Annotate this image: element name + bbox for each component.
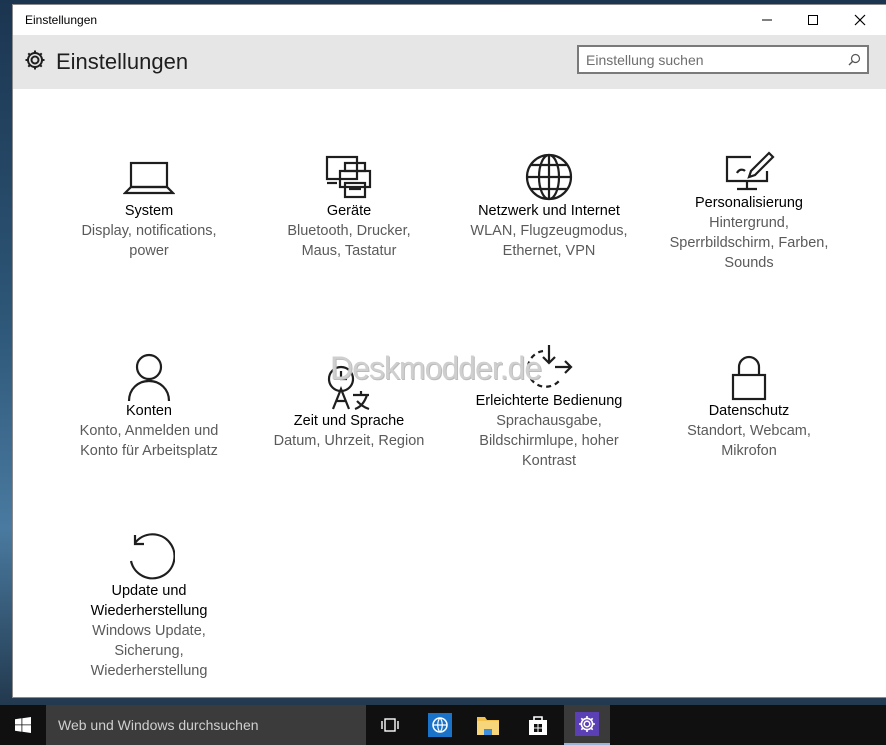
minimize-button[interactable] (744, 5, 790, 35)
tile-label: Update und (111, 583, 187, 599)
windows-logo-icon (15, 717, 31, 733)
maximize-button[interactable] (790, 5, 836, 35)
tile-network[interactable]: Netzwerk und Internet WLAN, Flugzeugmodu… (449, 153, 649, 261)
settings-window: Einstellungen Einstellungen Einstellung … (13, 5, 886, 697)
tile-ease-of-access[interactable]: Erleichterte Bedienung Sprachausgabe, Bi… (449, 343, 649, 471)
tile-description: Ethernet, VPN (502, 243, 596, 259)
close-icon (854, 14, 866, 26)
tile-description: Maus, Tastatur (301, 243, 397, 259)
tile-label: Konten (126, 403, 172, 419)
tile-description: Konto für Arbeitsplatz (80, 443, 218, 459)
tile-label: System (124, 203, 174, 219)
tile-time-language[interactable]: Zeit und Sprache Datum, Uhrzeit, Region (249, 363, 449, 451)
window-title: Einstellungen (25, 13, 98, 27)
tile-description: Bildschirmlupe, hoher (479, 433, 619, 449)
page-title: Einstellungen (56, 49, 189, 74)
store-button[interactable] (515, 705, 561, 745)
start-button[interactable] (0, 705, 46, 745)
tile-label: Erleichterte Bedienung (475, 393, 623, 409)
tile-description: Standort, Webcam, (687, 423, 811, 439)
person-icon (127, 353, 171, 401)
taskbar: Web und Windows durchsuchen (0, 705, 886, 745)
tile-description: Display, notifications, (81, 223, 217, 239)
edge-icon (428, 713, 452, 737)
tile-label: Zeit und Sprache (293, 413, 405, 429)
search-icon[interactable] (848, 53, 861, 66)
update-icon (129, 533, 175, 580)
tile-description: Datum, Uhrzeit, Region (273, 433, 425, 449)
tile-label: Geräte (326, 203, 372, 219)
time-language-icon (327, 365, 370, 411)
settings-search-box[interactable] (577, 45, 869, 74)
settings-gear-icon (575, 712, 599, 736)
tile-description: Sperrbildschirm, Farben, (669, 235, 829, 251)
tile-description: Sounds (724, 255, 774, 271)
tile-accounts[interactable]: Konten Konto, Anmelden und Konto für Arb… (49, 353, 249, 461)
globe-icon (525, 153, 573, 201)
gear-icon (25, 50, 45, 70)
minimize-icon (762, 19, 772, 21)
tile-description: Wiederherstellung (90, 663, 208, 679)
tile-system[interactable]: System Display, notifications, power (49, 153, 249, 261)
tile-description: Konto, Anmelden und (79, 423, 219, 439)
close-button[interactable] (837, 5, 883, 35)
ease-of-access-icon (526, 345, 573, 388)
tile-description: power (129, 243, 169, 259)
edge-browser-button[interactable] (417, 705, 463, 745)
lock-icon (731, 355, 767, 401)
store-icon (529, 716, 547, 735)
tile-label: Wiederherstellung (90, 603, 208, 619)
tile-label: Datenschutz (708, 403, 790, 419)
laptop-icon (123, 161, 175, 195)
tile-description: WLAN, Flugzeugmodus, (470, 223, 628, 239)
tile-description: Sprachausgabe, (496, 413, 602, 429)
folder-icon (477, 717, 499, 735)
maximize-icon (808, 15, 818, 25)
devices-icon (325, 155, 372, 199)
tile-update-recovery[interactable]: Update und Wiederherstellung Windows Upd… (49, 533, 249, 681)
tile-label: Netzwerk und Internet (478, 203, 620, 219)
tile-description: Hintergrund, (709, 215, 789, 231)
task-view-icon (381, 718, 399, 732)
taskbar-search-placeholder: Web und Windows durchsuchen (58, 717, 259, 733)
settings-header: Einstellungen (13, 35, 886, 89)
tile-label: Personalisierung (694, 195, 803, 211)
tile-privacy[interactable]: Datenschutz Standort, Webcam, Mikrofon (649, 353, 849, 461)
tile-description: Mikrofon (721, 443, 777, 459)
tile-description: Sicherung, (114, 643, 184, 659)
paint-monitor-icon (725, 151, 775, 191)
tile-description: Kontrast (522, 453, 576, 469)
tile-devices[interactable]: Geräte Bluetooth, Drucker, Maus, Tastatu… (249, 153, 449, 261)
tile-description: Bluetooth, Drucker, (287, 223, 411, 239)
taskbar-search-box[interactable]: Web und Windows durchsuchen (46, 705, 366, 745)
search-input[interactable] (586, 50, 836, 70)
task-view-button[interactable] (367, 705, 413, 745)
file-explorer-button[interactable] (465, 705, 511, 745)
title-bar[interactable]: Einstellungen (13, 5, 886, 35)
settings-grid: System Display, notifications, power Ger… (13, 89, 886, 697)
tile-personalization[interactable]: Personalisierung Hintergrund, Sperrbilds… (649, 151, 849, 273)
settings-taskbar-button[interactable] (564, 705, 610, 745)
tile-description: Windows Update, (92, 623, 206, 639)
